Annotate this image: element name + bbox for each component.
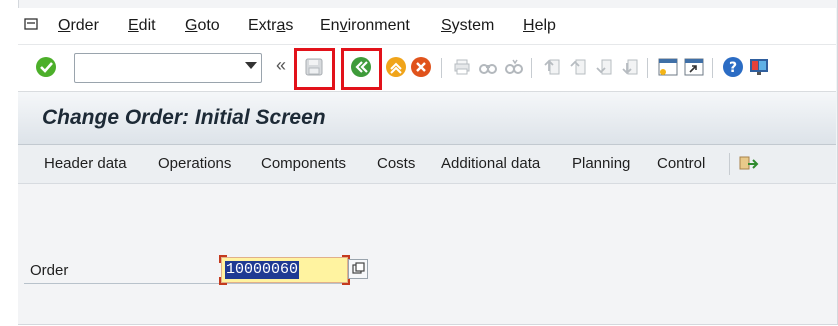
toolbar-separator xyxy=(729,153,730,175)
header-data-button[interactable]: Header data xyxy=(44,155,127,172)
content-area: Order 10000060 xyxy=(18,184,836,324)
order-value[interactable]: 10000060 xyxy=(225,261,300,279)
command-input[interactable] xyxy=(79,55,233,81)
order-input[interactable]: 10000060 xyxy=(219,255,350,285)
new-session-icon[interactable] xyxy=(656,55,680,79)
field-underline xyxy=(24,283,349,284)
focus-corner xyxy=(219,277,227,285)
print-icon[interactable] xyxy=(450,55,474,79)
menu-goto[interactable]: Goto xyxy=(185,17,220,35)
application-toolbar: Header data Operations Components Costs … xyxy=(18,145,836,184)
last-page-icon[interactable] xyxy=(618,55,642,79)
additional-data-button[interactable]: Additional data xyxy=(441,155,540,172)
menu-system[interactable]: System xyxy=(441,17,494,35)
change-icon[interactable] xyxy=(737,152,761,176)
toolbar-separator xyxy=(441,58,442,78)
menu-edit[interactable]: Edit xyxy=(128,17,156,35)
command-field[interactable] xyxy=(74,53,262,83)
search-help-icon[interactable] xyxy=(348,259,368,279)
standard-toolbar: « ? xyxy=(18,45,836,92)
svg-text:?: ? xyxy=(729,60,737,76)
menu-help[interactable]: Help xyxy=(523,17,556,35)
exit-icon[interactable] xyxy=(384,55,408,79)
menu-icon[interactable] xyxy=(24,18,40,32)
order-label: Order xyxy=(30,262,69,279)
operations-button[interactable]: Operations xyxy=(158,155,231,172)
find-icon[interactable] xyxy=(476,55,500,79)
enter-icon[interactable] xyxy=(34,55,58,79)
double-chevron-left-icon[interactable]: « xyxy=(276,55,286,76)
previous-page-icon[interactable] xyxy=(566,55,590,79)
next-page-icon[interactable] xyxy=(592,55,616,79)
help-icon[interactable]: ? xyxy=(721,55,745,79)
planning-button[interactable]: Planning xyxy=(572,155,630,172)
control-button[interactable]: Control xyxy=(657,155,705,172)
toolbar-separator xyxy=(531,58,532,78)
menu-environment[interactable]: Environment xyxy=(320,17,410,35)
toolbar-separator xyxy=(647,58,648,78)
back-highlight-box xyxy=(341,48,382,90)
find-next-icon[interactable] xyxy=(502,55,526,79)
shortcut-icon[interactable] xyxy=(682,55,706,79)
page-title: Change Order: Initial Screen xyxy=(42,106,326,129)
cancel-icon[interactable] xyxy=(409,55,433,79)
menu-bar: Order Edit Goto Extras Environment Syste… xyxy=(18,8,836,45)
menu-order[interactable]: Order xyxy=(58,17,99,35)
menu-extras[interactable]: Extras xyxy=(248,17,293,35)
layout-menu-icon[interactable] xyxy=(747,55,771,79)
save-highlight-box xyxy=(294,48,335,90)
costs-button[interactable]: Costs xyxy=(377,155,415,172)
toolbar-separator xyxy=(712,58,713,78)
first-page-icon[interactable] xyxy=(540,55,564,79)
chevron-down-icon[interactable] xyxy=(245,62,257,69)
title-bar: Change Order: Initial Screen xyxy=(18,92,836,145)
focus-corner xyxy=(219,255,227,263)
components-button[interactable]: Components xyxy=(261,155,346,172)
